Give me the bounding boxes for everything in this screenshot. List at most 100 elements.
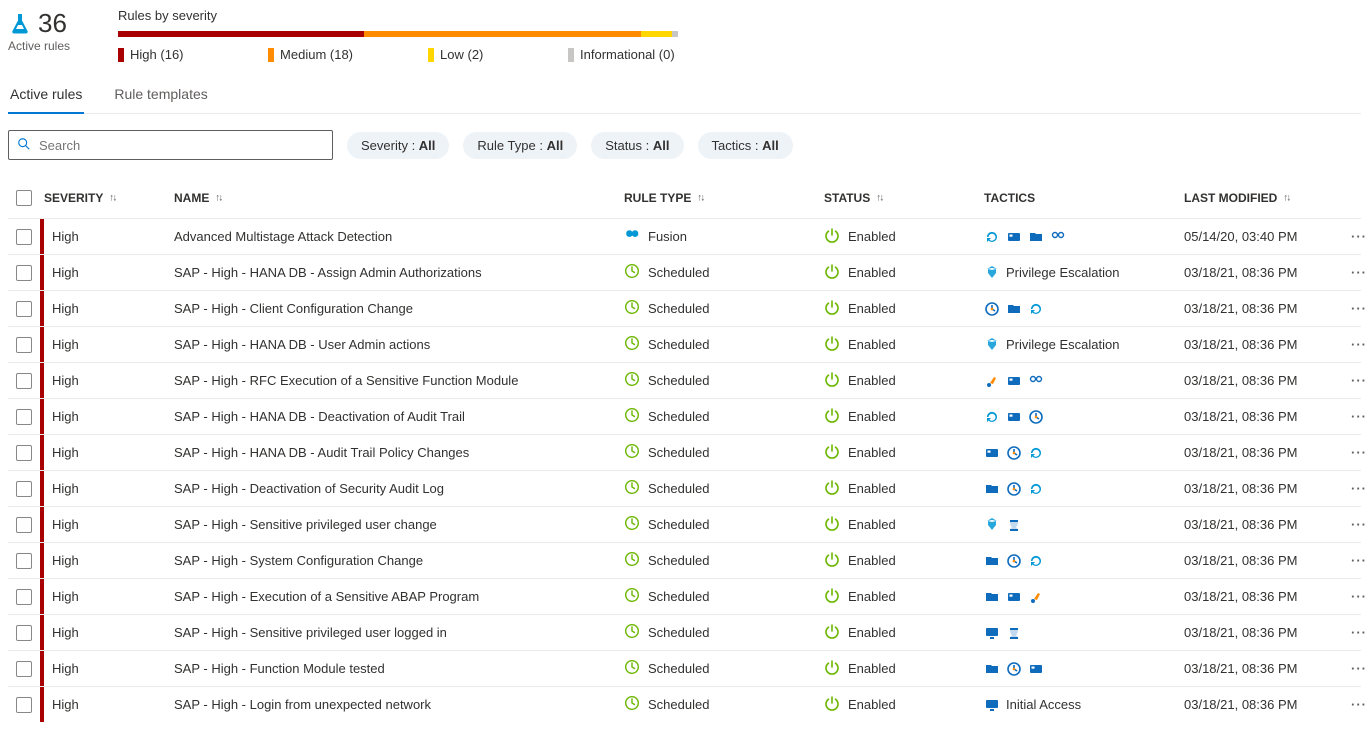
tab-rule-templates[interactable]: Rule templates bbox=[112, 80, 209, 113]
search-icon bbox=[17, 137, 31, 154]
row-more-button[interactable]: ··· bbox=[1344, 301, 1369, 316]
table-row[interactable]: HighAdvanced Multistage Attack Detection… bbox=[8, 218, 1361, 254]
filter-ruletype-value: All bbox=[547, 138, 564, 153]
clock-icon bbox=[624, 551, 640, 570]
status-label: Enabled bbox=[848, 553, 904, 568]
search-box[interactable] bbox=[8, 130, 333, 160]
table-row[interactable]: HighSAP - High - Sensitive privileged us… bbox=[8, 614, 1361, 650]
search-input[interactable] bbox=[37, 137, 324, 154]
column-status[interactable]: STATUS ↑↓ bbox=[824, 191, 984, 205]
column-lastmodified[interactable]: LAST MODIFIED ↑↓ bbox=[1184, 191, 1344, 205]
clock-icon bbox=[624, 407, 640, 426]
sort-icon: ↑↓ bbox=[110, 193, 116, 204]
power-icon bbox=[824, 515, 840, 534]
row-checkbox[interactable] bbox=[16, 589, 32, 605]
row-checkbox[interactable] bbox=[16, 445, 32, 461]
column-severity[interactable]: SEVERITY ↑↓ bbox=[44, 191, 174, 205]
power-icon bbox=[824, 443, 840, 462]
select-all-checkbox[interactable] bbox=[16, 190, 32, 206]
table-row[interactable]: HighSAP - High - HANA DB - Audit Trail P… bbox=[8, 434, 1361, 470]
row-checkbox[interactable] bbox=[16, 229, 32, 245]
sort-icon: ↑↓ bbox=[698, 193, 704, 204]
column-tactics[interactable]: TACTICS bbox=[984, 191, 1184, 205]
ruletype-label: Scheduled bbox=[648, 409, 717, 424]
table-row[interactable]: HighSAP - High - Login from unexpected n… bbox=[8, 686, 1361, 722]
table-row[interactable]: HighSAP - High - HANA DB - Deactivation … bbox=[8, 398, 1361, 434]
filter-status[interactable]: Status : All bbox=[591, 132, 683, 159]
status-cell: Enabled bbox=[824, 623, 984, 642]
filter-tactics[interactable]: Tactics : All bbox=[698, 132, 793, 159]
row-checkbox[interactable] bbox=[16, 625, 32, 641]
rules-by-severity-title: Rules by severity bbox=[118, 8, 678, 23]
ruletype-label: Scheduled bbox=[648, 373, 717, 388]
row-more-button[interactable]: ··· bbox=[1344, 589, 1369, 604]
ruletype-cell: Scheduled bbox=[624, 587, 824, 606]
status-cell: Enabled bbox=[824, 407, 984, 426]
tab-active-rules[interactable]: Active rules bbox=[8, 80, 84, 114]
row-more-button[interactable]: ··· bbox=[1344, 625, 1369, 640]
table-row[interactable]: HighSAP - High - HANA DB - Assign Admin … bbox=[8, 254, 1361, 290]
status-label: Enabled bbox=[848, 373, 904, 388]
sort-icon: ↑↓ bbox=[1284, 193, 1290, 204]
ruletype-cell: Scheduled bbox=[624, 623, 824, 642]
severity-medium-label: Medium (18) bbox=[280, 47, 353, 62]
table-row[interactable]: HighSAP - High - HANA DB - User Admin ac… bbox=[8, 326, 1361, 362]
ruletype-label: Scheduled bbox=[648, 481, 717, 496]
row-checkbox[interactable] bbox=[16, 409, 32, 425]
table-row[interactable]: HighSAP - High - RFC Execution of a Sens… bbox=[8, 362, 1361, 398]
status-label: Enabled bbox=[848, 445, 904, 460]
row-more-button[interactable]: ··· bbox=[1344, 265, 1369, 280]
row-more-button[interactable]: ··· bbox=[1344, 337, 1369, 352]
row-more-button[interactable]: ··· bbox=[1344, 373, 1369, 388]
row-more-button[interactable]: ··· bbox=[1344, 229, 1369, 244]
row-checkbox[interactable] bbox=[16, 301, 32, 317]
row-more-button[interactable]: ··· bbox=[1344, 409, 1369, 424]
name-cell: SAP - High - HANA DB - User Admin action… bbox=[174, 337, 624, 352]
table-row[interactable]: HighSAP - High - Execution of a Sensitiv… bbox=[8, 578, 1361, 614]
row-checkbox[interactable] bbox=[16, 553, 32, 569]
row-checkbox[interactable] bbox=[16, 337, 32, 353]
lastmodified-cell: 03/18/21, 08:36 PM bbox=[1184, 265, 1344, 280]
column-name[interactable]: NAME ↑↓ bbox=[174, 191, 624, 205]
status-cell: Enabled bbox=[824, 371, 984, 390]
table-row[interactable]: HighSAP - High - Client Configuration Ch… bbox=[8, 290, 1361, 326]
row-checkbox[interactable] bbox=[16, 697, 32, 713]
row-more-button[interactable]: ··· bbox=[1344, 481, 1369, 496]
row-checkbox[interactable] bbox=[16, 517, 32, 533]
tactics-label: Privilege Escalation bbox=[1006, 265, 1127, 280]
row-more-button[interactable]: ··· bbox=[1344, 553, 1369, 568]
status-cell: Enabled bbox=[824, 695, 984, 714]
table-row[interactable]: HighSAP - High - Function Module testedS… bbox=[8, 650, 1361, 686]
status-cell: Enabled bbox=[824, 659, 984, 678]
clock-icon bbox=[624, 263, 640, 282]
severity-high-label: High (16) bbox=[130, 47, 183, 62]
row-more-button[interactable]: ··· bbox=[1344, 661, 1369, 676]
column-ruletype[interactable]: RULE TYPE ↑↓ bbox=[624, 191, 824, 205]
row-checkbox[interactable] bbox=[16, 661, 32, 677]
severity-cell: High bbox=[44, 517, 174, 532]
status-cell: Enabled bbox=[824, 299, 984, 318]
filter-ruletype[interactable]: Rule Type : All bbox=[463, 132, 577, 159]
row-checkbox[interactable] bbox=[16, 481, 32, 497]
severity-cell: High bbox=[44, 409, 174, 424]
table-row[interactable]: HighSAP - High - Sensitive privileged us… bbox=[8, 506, 1361, 542]
tactics-cell bbox=[984, 373, 1184, 389]
filter-severity[interactable]: Severity : All bbox=[347, 132, 449, 159]
ruletype-label: Scheduled bbox=[648, 337, 717, 352]
row-checkbox[interactable] bbox=[16, 265, 32, 281]
ruletype-cell: Scheduled bbox=[624, 335, 824, 354]
row-more-button[interactable]: ··· bbox=[1344, 697, 1369, 712]
ruletype-label: Scheduled bbox=[648, 661, 717, 676]
lastmodified-cell: 03/18/21, 08:36 PM bbox=[1184, 589, 1344, 604]
name-cell: SAP - High - HANA DB - Deactivation of A… bbox=[174, 409, 624, 424]
ruletype-cell: Scheduled bbox=[624, 371, 824, 390]
filter-tactics-label: Tactics : bbox=[712, 138, 763, 153]
row-checkbox[interactable] bbox=[16, 373, 32, 389]
table-row[interactable]: HighSAP - High - System Configuration Ch… bbox=[8, 542, 1361, 578]
row-more-button[interactable]: ··· bbox=[1344, 445, 1369, 460]
row-more-button[interactable]: ··· bbox=[1344, 517, 1369, 532]
table-row[interactable]: HighSAP - High - Deactivation of Securit… bbox=[8, 470, 1361, 506]
name-cell: SAP - High - RFC Execution of a Sensitiv… bbox=[174, 373, 624, 388]
status-cell: Enabled bbox=[824, 551, 984, 570]
power-icon bbox=[824, 587, 840, 606]
